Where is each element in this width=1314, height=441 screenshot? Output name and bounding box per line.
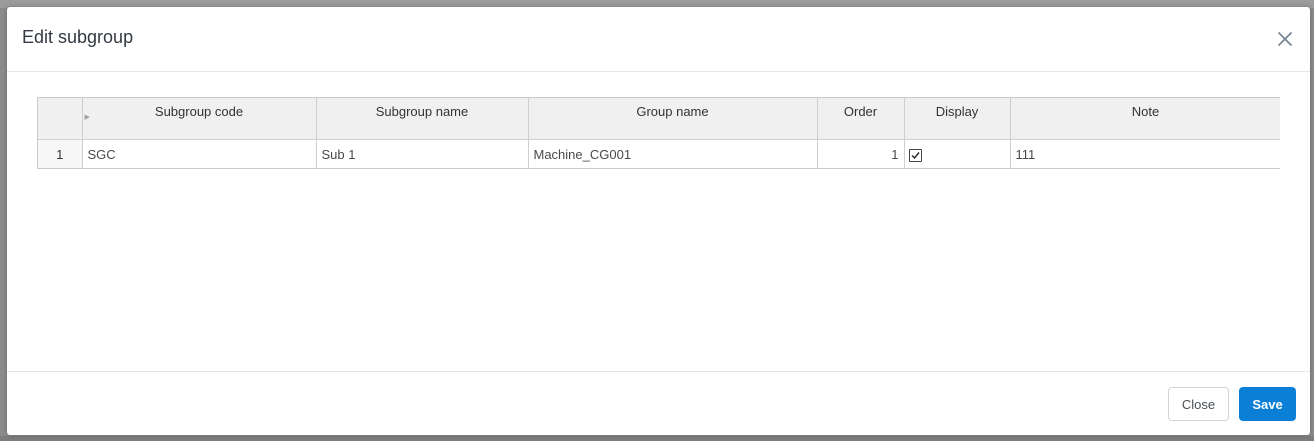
- cell-subgroup-name[interactable]: Sub 1: [316, 139, 529, 168]
- column-header-subgroup-code[interactable]: ▶ Subgroup code: [82, 98, 317, 140]
- column-header-group-name[interactable]: Group name: [528, 98, 818, 140]
- column-header-label: Display: [935, 104, 979, 119]
- column-header-label: Order: [843, 104, 878, 119]
- column-header-label: Note: [1131, 104, 1160, 119]
- grid-header-row: ▶ Subgroup code Subgroup name Group name …: [38, 98, 1280, 140]
- backdrop-bottom-bar: [0, 436, 1314, 441]
- close-icon[interactable]: [1274, 28, 1296, 50]
- cell-group-name[interactable]: Machine_CG001: [528, 139, 818, 168]
- sort-arrow-icon: ▶: [84, 114, 90, 121]
- row-number: 1: [38, 139, 83, 168]
- column-header-note[interactable]: Note: [1010, 98, 1280, 140]
- subgroup-grid: ▶ Subgroup code Subgroup name Group name …: [37, 97, 1280, 169]
- display-checkbox[interactable]: [908, 148, 922, 162]
- cell-display[interactable]: [904, 139, 1011, 168]
- cell-subgroup-code[interactable]: SGC: [82, 139, 317, 168]
- column-header-display[interactable]: Display: [904, 98, 1011, 140]
- dialog-header: Edit subgroup: [7, 7, 1310, 72]
- close-button[interactable]: Close: [1168, 387, 1229, 421]
- table-row[interactable]: 1 SGC Sub 1 Machine_CG001 1 111: [38, 139, 1280, 168]
- column-header-label: Subgroup code: [154, 104, 244, 119]
- row-number-header: [38, 98, 83, 140]
- save-button[interactable]: Save: [1239, 387, 1296, 421]
- cell-note[interactable]: 111: [1010, 139, 1280, 168]
- dialog-footer: Close Save: [7, 371, 1310, 435]
- dialog-title: Edit subgroup: [22, 27, 134, 47]
- column-header-label: Subgroup name: [375, 104, 469, 119]
- column-header-order[interactable]: Order: [817, 98, 905, 140]
- column-header-subgroup-name[interactable]: Subgroup name: [316, 98, 529, 140]
- column-header-label: Group name: [636, 104, 709, 119]
- edit-subgroup-dialog: Edit subgroup ▶ Subgroup code Subgroup na…: [7, 7, 1310, 435]
- cell-order[interactable]: 1: [817, 139, 905, 168]
